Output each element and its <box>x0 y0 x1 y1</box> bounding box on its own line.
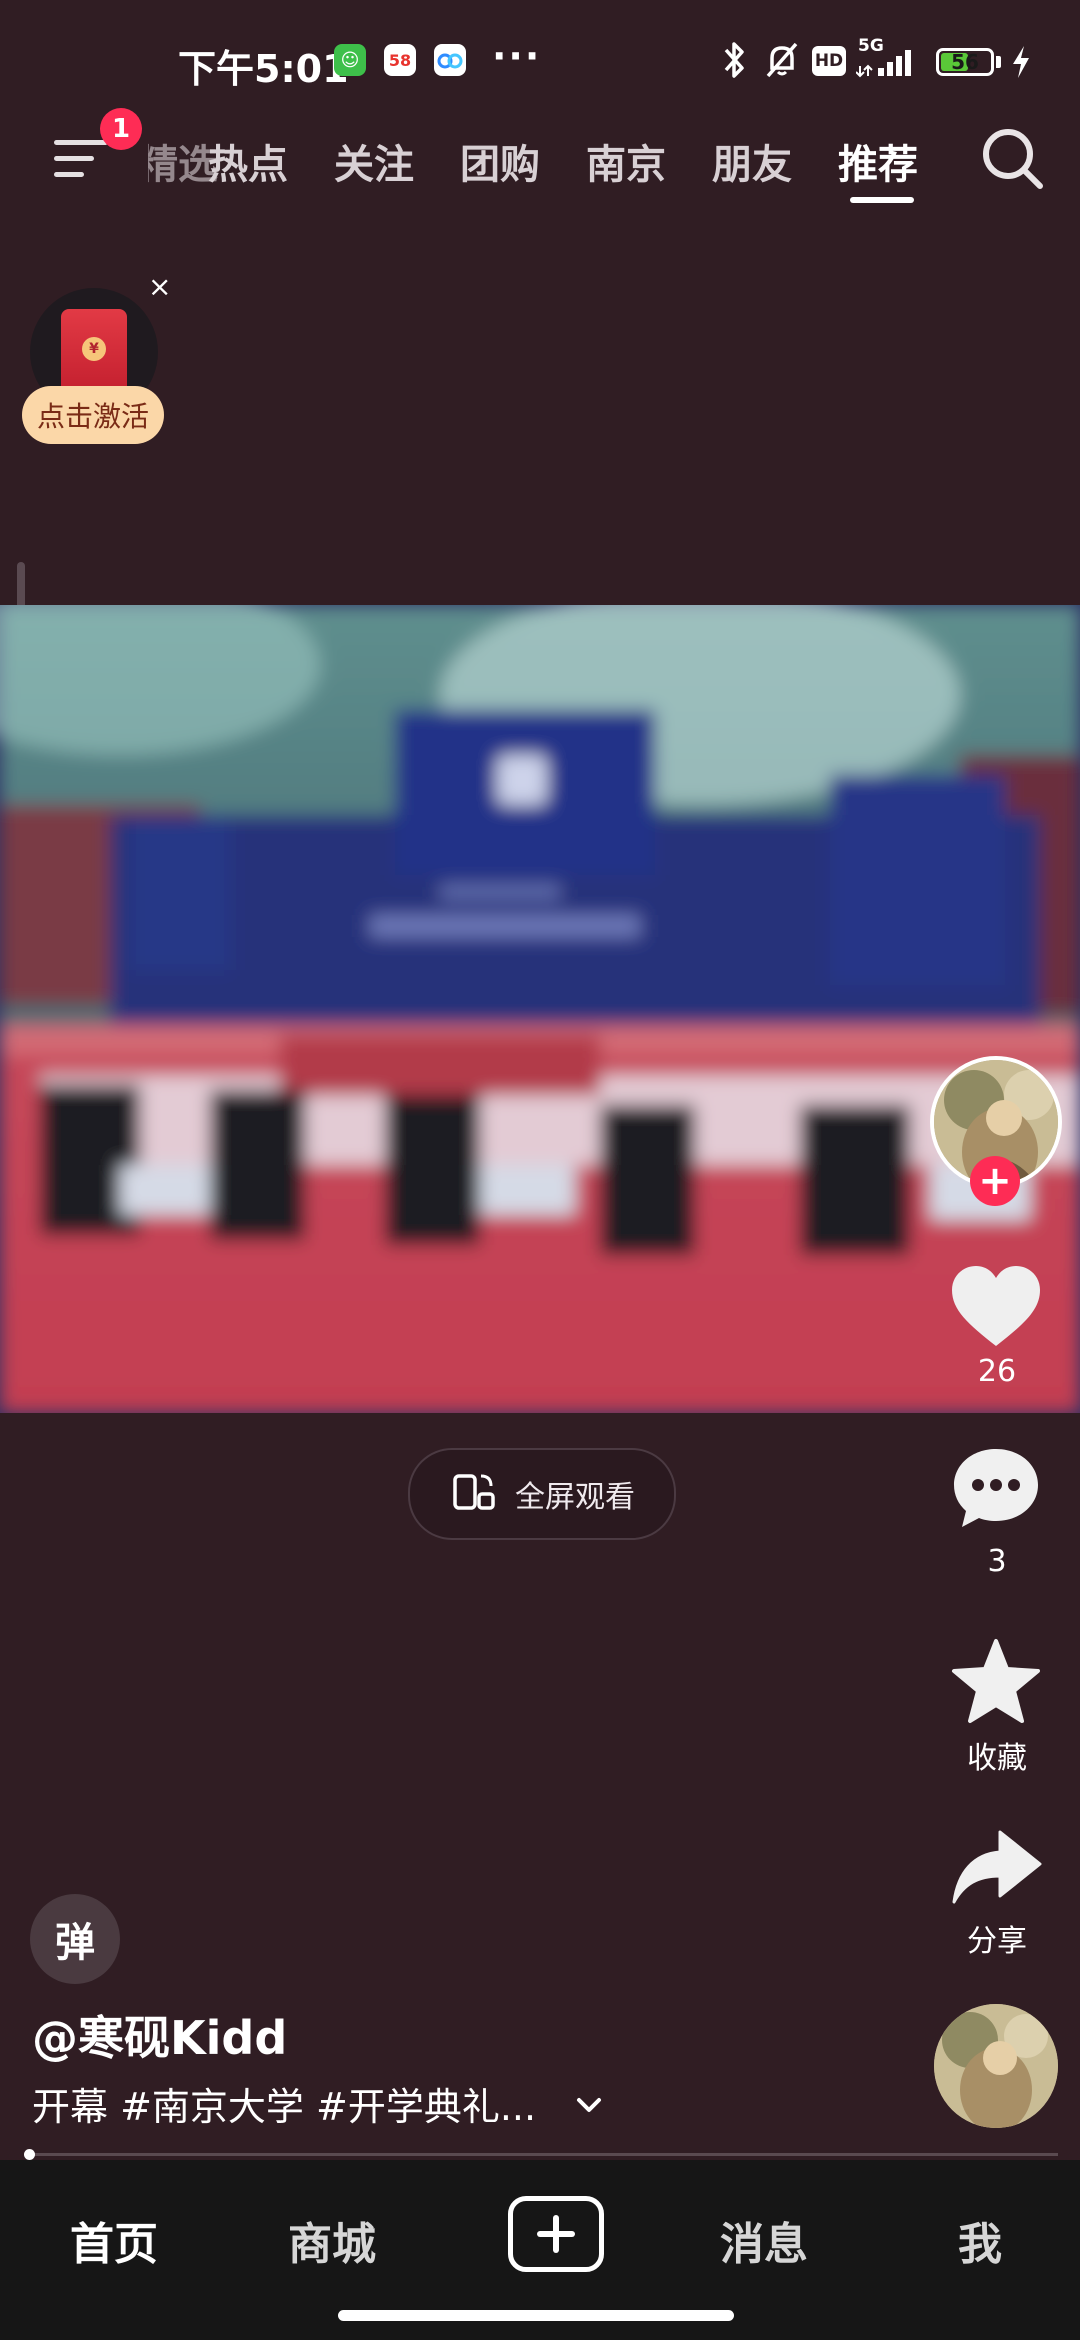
tab-featured[interactable]: 精选 <box>148 132 218 190</box>
nav-home[interactable]: 首页 <box>34 2208 194 2272</box>
plus-icon <box>537 2215 575 2253</box>
tab-friends[interactable]: 朋友 <box>712 132 792 190</box>
collect-label: 收藏 <box>967 1741 1027 1776</box>
rotate-phone-icon <box>449 1468 497 1520</box>
signal-icon <box>856 38 922 82</box>
video-progress-bar[interactable] <box>28 2153 1058 2156</box>
active-tab-indicator <box>850 197 914 203</box>
follow-button[interactable]: + <box>970 1156 1020 1206</box>
red-packet-close-button[interactable]: × <box>148 270 171 303</box>
fullscreen-button[interactable]: 全屏观看 <box>408 1448 676 1540</box>
notification-badge: 1 <box>100 108 142 150</box>
hd-badge: HD <box>812 46 846 76</box>
tab-hot[interactable]: 热点 <box>208 132 288 190</box>
tab-group-buy[interactable]: 团购 <box>460 132 540 190</box>
nav-mall[interactable]: 商城 <box>252 2208 412 2272</box>
like-count: 26 <box>977 1354 1017 1389</box>
more-status-icon: ··· <box>492 34 542 78</box>
nav-messages[interactable]: 消息 <box>684 2208 844 2272</box>
comment-icon[interactable] <box>946 1438 1046 1538</box>
danmu-toggle-button[interactable]: 弹 <box>30 1894 120 1984</box>
music-disc-avatar[interactable] <box>934 2004 1058 2128</box>
mute-bell-icon <box>762 38 802 82</box>
charging-icon <box>1010 44 1032 84</box>
battery-tip <box>996 56 1001 68</box>
create-button[interactable] <box>508 2196 604 2272</box>
share-icon[interactable] <box>946 1818 1046 1918</box>
author-name[interactable]: @寒砚Kidd <box>32 2002 287 2068</box>
status-time: 下午5:01 <box>178 47 349 91</box>
heart-icon[interactable] <box>946 1256 1046 1356</box>
nav-me[interactable]: 我 <box>900 2208 1060 2272</box>
star-icon[interactable] <box>946 1632 1046 1732</box>
red-envelope-icon: ¥ <box>61 309 127 395</box>
battery-icon: 56 <box>936 48 994 76</box>
tab-following[interactable]: 关注 <box>334 132 414 190</box>
home-indicator <box>338 2310 734 2321</box>
fullscreen-label: 全屏观看 <box>515 1480 635 1515</box>
battery-level: 56 <box>951 50 979 74</box>
red-packet-activate-button[interactable]: 点击激活 <box>22 386 164 444</box>
58-app-icon: 58 <box>384 44 416 76</box>
comment-count: 3 <box>987 1544 1007 1579</box>
menu-icon[interactable] <box>54 134 108 182</box>
chevron-down-icon[interactable] <box>572 2088 606 2122</box>
tab-recommend[interactable]: 推荐 <box>838 132 918 190</box>
share-label: 分享 <box>967 1924 1027 1959</box>
video-progress-handle[interactable] <box>24 2149 35 2160</box>
baidu-pan-icon <box>434 44 466 76</box>
video-player[interactable] <box>0 605 1080 1413</box>
tab-nanjing[interactable]: 南京 <box>586 132 666 190</box>
bluetooth-icon <box>720 38 748 82</box>
wechat-mini-icon: ☺ <box>334 44 366 76</box>
video-description[interactable]: 开幕 #南京大学 #开学典礼... <box>32 2076 536 2131</box>
search-icon[interactable] <box>978 124 1048 194</box>
